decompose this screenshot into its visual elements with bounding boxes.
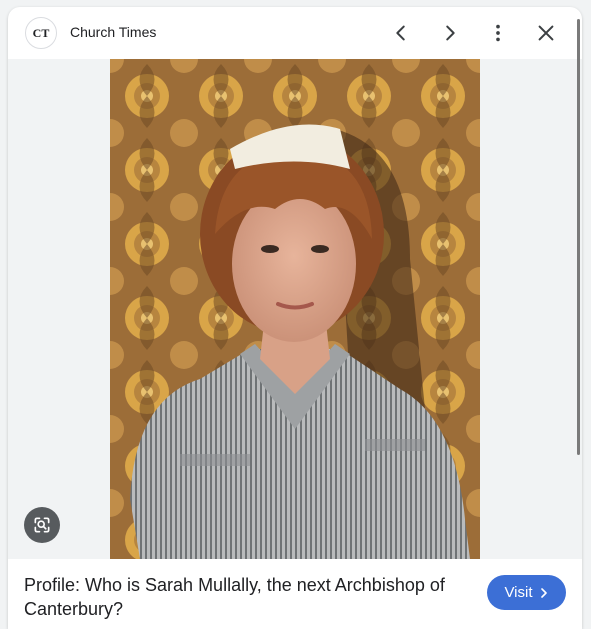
next-button[interactable] [436,19,464,47]
source-name[interactable]: Church Times [70,24,156,40]
lens-search-button[interactable] [24,507,60,543]
more-options-button[interactable] [484,19,512,47]
preview-photo[interactable] [110,59,480,559]
visit-button-label: Visit [504,584,533,601]
article-title[interactable]: Profile: Who is Sarah Mullally, the next… [24,573,464,621]
source-logo[interactable]: CT [25,17,57,49]
chevron-right-icon [540,587,547,598]
scrollbar[interactable] [577,19,580,455]
image-area [8,59,582,559]
panel-header: CT Church Times [8,7,582,59]
image-preview-panel: CT Church Times Profile: Who is Sarah Mu… [8,7,582,629]
chevron-left-icon [396,25,405,41]
close-button[interactable] [532,19,560,47]
chevron-right-icon [446,25,455,41]
more-vert-icon [496,24,500,42]
visit-button[interactable]: Visit [487,575,566,610]
source-logo-text: CT [32,25,50,40]
close-icon [538,25,554,41]
lens-search-icon [34,517,50,533]
portrait-image [110,59,480,559]
previous-button[interactable] [387,19,415,47]
